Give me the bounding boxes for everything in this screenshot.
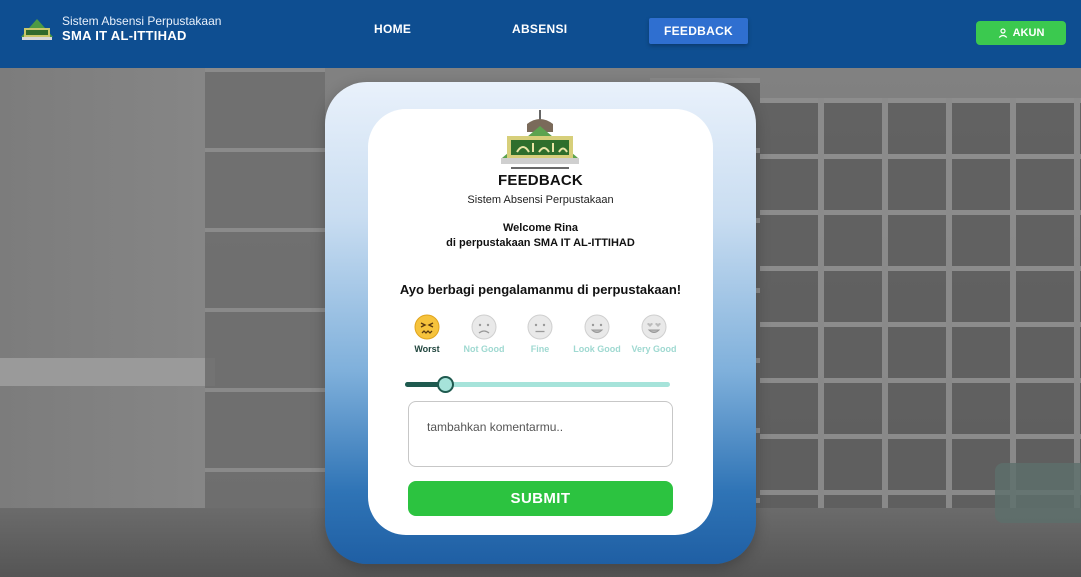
background-rug — [995, 463, 1081, 523]
top-navbar: Sistem Absensi Perpustakaan SMA IT AL-IT… — [0, 0, 1081, 68]
smiling-face-icon — [584, 314, 610, 340]
rating-very-good-label: Very Good — [631, 344, 677, 354]
rating-fine-label: Fine — [530, 344, 550, 354]
rating-look-good[interactable]: Look Good — [573, 314, 621, 355]
rating-slider[interactable] — [405, 376, 670, 393]
yayasan-logo-icon — [501, 110, 579, 169]
heart-eyes-face-icon — [641, 314, 667, 340]
account-button[interactable]: AKUN — [976, 21, 1066, 45]
account-button-label: AKUN — [1012, 27, 1045, 39]
rating-not-good[interactable]: Not Good — [460, 314, 508, 355]
brand[interactable]: Sistem Absensi Perpustakaan SMA IT AL-IT… — [18, 14, 221, 44]
page-title: FEEDBACK — [498, 172, 583, 189]
user-icon — [998, 28, 1007, 38]
rating-very-good[interactable]: Very Good — [630, 314, 678, 355]
neutral-face-icon — [527, 314, 553, 340]
rating-not-good-label: Not Good — [463, 344, 505, 354]
comment-input[interactable] — [408, 401, 673, 467]
rating-fine[interactable]: Fine — [516, 314, 564, 355]
welcome-message: Welcome Rina di perpustakaan SMA IT AL-I… — [368, 221, 713, 251]
feedback-question: Ayo berbagi pengalamanmu di perpustakaan… — [399, 282, 682, 297]
nav-absensi[interactable]: ABSENSI — [512, 22, 567, 36]
app-subtitle: Sistem Absensi Perpustakaan — [62, 14, 222, 28]
background-shelf-left — [205, 68, 325, 577]
submit-button[interactable]: SUBMIT — [408, 481, 673, 516]
page-subtitle: Sistem Absensi Perpustakaan — [467, 194, 614, 206]
welcome-line-name: Welcome Rina — [503, 222, 578, 234]
welcome-line-location: di perpustakaan SMA IT AL-ITTIHAD — [446, 237, 635, 249]
rating-look-good-label: Look Good — [573, 344, 621, 354]
school-logo-icon — [21, 19, 53, 40]
nav-feedback[interactable]: FEEDBACK — [649, 18, 748, 44]
frowning-face-icon — [471, 314, 497, 340]
rating-worst-label: Worst — [414, 344, 440, 354]
background-desk — [0, 358, 215, 386]
slider-thumb[interactable] — [437, 376, 455, 393]
background-wall — [0, 68, 205, 577]
confounded-face-icon — [414, 314, 440, 340]
school-name: SMA IT AL-ITTIHAD — [62, 28, 187, 43]
nav-home[interactable]: HOME — [374, 22, 411, 36]
rating-options: Worst Not Good Fine Look Good Very Good — [403, 314, 677, 370]
rating-worst[interactable]: Worst — [403, 314, 451, 355]
